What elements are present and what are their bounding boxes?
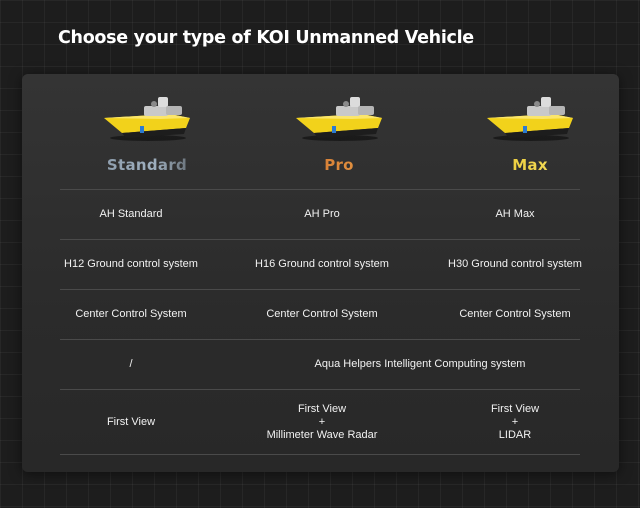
cell-sensors-pro: First View + Millimeter Wave Radar — [237, 390, 407, 454]
cell-sensors-max: First View + LIDAR — [430, 390, 600, 454]
cell-ground-control-max: H30 Ground control system — [448, 258, 582, 270]
cell-ground-control-pro: H16 Ground control system — [255, 258, 389, 270]
sensor-line: First View — [490, 402, 540, 415]
sensor-plus: + — [318, 415, 326, 428]
table-row: AH Standard AH Pro AH Max — [60, 189, 580, 239]
sensor-plus: + — [511, 415, 519, 428]
model-max[interactable]: Max — [465, 84, 595, 184]
boat-vehicle-icon — [296, 97, 382, 141]
boat-vehicle-icon — [487, 97, 573, 141]
cell-center-control-standard: Center Control System — [75, 308, 187, 320]
cell-sensors-standard: First View — [106, 415, 156, 428]
cell-computing-pro-max: Aqua Helpers Intelligent Computing syste… — [314, 358, 526, 370]
model-name-max: Max — [465, 156, 595, 174]
cell-hull-standard: AH Standard — [99, 208, 163, 220]
model-standard[interactable]: Standard — [82, 84, 212, 184]
sensor-line: First View — [297, 402, 347, 415]
sensor-line: LIDAR — [498, 428, 532, 441]
comparison-card: Standard Pro Max AH Standard AH Pro AH M… — [22, 74, 619, 472]
table-row: / Aqua Helpers Intelligent Computing sys… — [60, 339, 580, 389]
cell-hull-pro: AH Pro — [304, 208, 340, 220]
sensor-line: Millimeter Wave Radar — [266, 428, 378, 441]
model-pro[interactable]: Pro — [274, 84, 404, 184]
model-name-pro: Pro — [274, 156, 404, 174]
table-row: Center Control System Center Control Sys… — [60, 289, 580, 339]
table-row: First View First View + Millimeter Wave … — [60, 389, 580, 455]
boat-vehicle-icon — [104, 97, 190, 141]
cell-center-control-max: Center Control System — [459, 308, 571, 320]
cell-computing-standard: / — [129, 358, 133, 370]
table-row: H12 Ground control system H16 Ground con… — [60, 239, 582, 289]
model-header-row: Standard Pro Max — [60, 74, 580, 190]
cell-ground-control-standard: H12 Ground control system — [64, 258, 198, 270]
page-title: Choose your type of KOI Unmanned Vehicle — [58, 28, 474, 48]
model-name-standard: Standard — [82, 156, 212, 174]
cell-center-control-pro: Center Control System — [266, 308, 378, 320]
spec-table: AH Standard AH Pro AH Max H12 Ground con… — [60, 189, 582, 455]
cell-hull-max: AH Max — [495, 208, 535, 220]
